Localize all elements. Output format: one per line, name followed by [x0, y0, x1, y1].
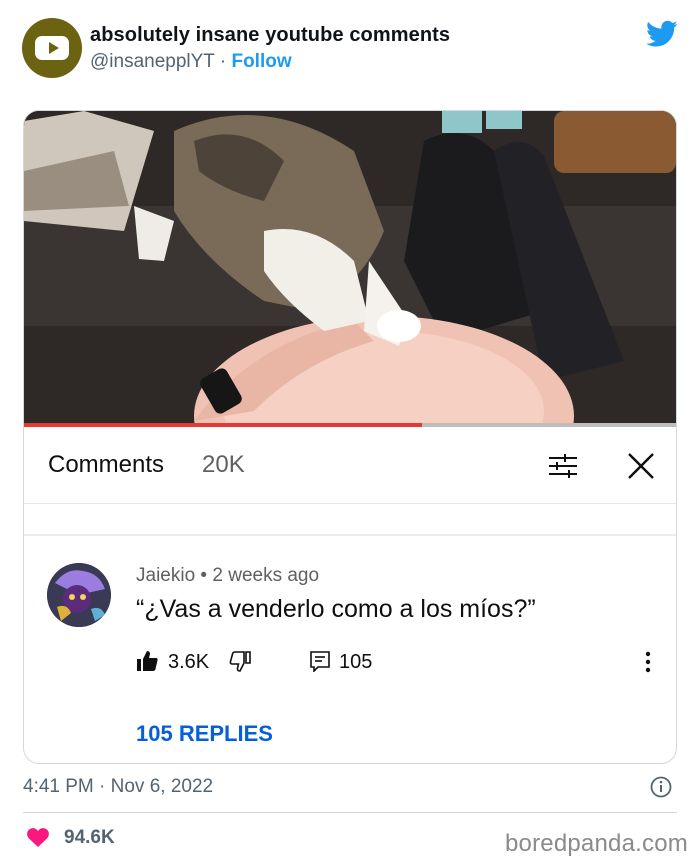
info-icon[interactable]	[650, 776, 672, 798]
thumbs-down-icon[interactable]	[229, 650, 251, 672]
account-handle[interactable]: @insanepplYT	[90, 51, 215, 72]
comment-like-count: 3.6K	[168, 651, 210, 673]
follow-button[interactable]: Follow	[231, 51, 291, 72]
comments-header: Comments 20K	[24, 427, 676, 504]
more-vertical-icon[interactable]	[644, 650, 652, 674]
sort-icon[interactable]	[547, 452, 579, 480]
comment-actions: 3.6K 105	[136, 648, 656, 678]
comments-title: Comments	[48, 451, 165, 478]
commenter-avatar[interactable]	[47, 563, 111, 627]
tweet-header: absolutely insane youtube comments @insa…	[22, 18, 682, 80]
thumbs-up-icon[interactable]	[136, 650, 158, 672]
close-icon[interactable]	[626, 451, 656, 481]
comments-count: 20K	[202, 451, 245, 478]
footer-divider	[23, 812, 677, 813]
reply-icon[interactable]	[309, 650, 331, 672]
comment-age: 2 weeks ago	[212, 565, 320, 586]
account-avatar[interactable]	[22, 18, 82, 78]
video-frame[interactable]	[24, 111, 676, 425]
comment-meta-dot: •	[195, 565, 213, 586]
heart-icon[interactable]	[26, 826, 50, 848]
handle-separator: ·	[214, 51, 232, 72]
commenter-avatar-art	[47, 563, 111, 627]
comment-text: “¿Vas a venderlo como a los míos?”	[136, 595, 536, 623]
youtube-logo-icon	[35, 36, 69, 60]
view-replies-button[interactable]: 105 REPLIES	[136, 721, 273, 747]
twitter-bird-icon	[646, 20, 678, 47]
comment-reply-count: 105	[339, 651, 373, 673]
comment-meta: Jaiekio • 2 weeks ago	[136, 565, 319, 587]
comment-author[interactable]: Jaiekio	[136, 565, 195, 586]
account-name[interactable]: absolutely insane youtube comments	[90, 24, 450, 47]
source-watermark: boredpanda.com	[505, 830, 688, 857]
handle-line: @insanepplYT · Follow	[90, 51, 292, 73]
comments-spacer	[24, 504, 676, 536]
tweet-like-count: 94.6K	[64, 827, 115, 848]
tweet-timestamp[interactable]: 4:41 PM · Nov 6, 2022	[23, 776, 213, 798]
media-card[interactable]: Comments 20K Jaiekio • 2 weeks ago “¿Vas…	[23, 110, 677, 764]
